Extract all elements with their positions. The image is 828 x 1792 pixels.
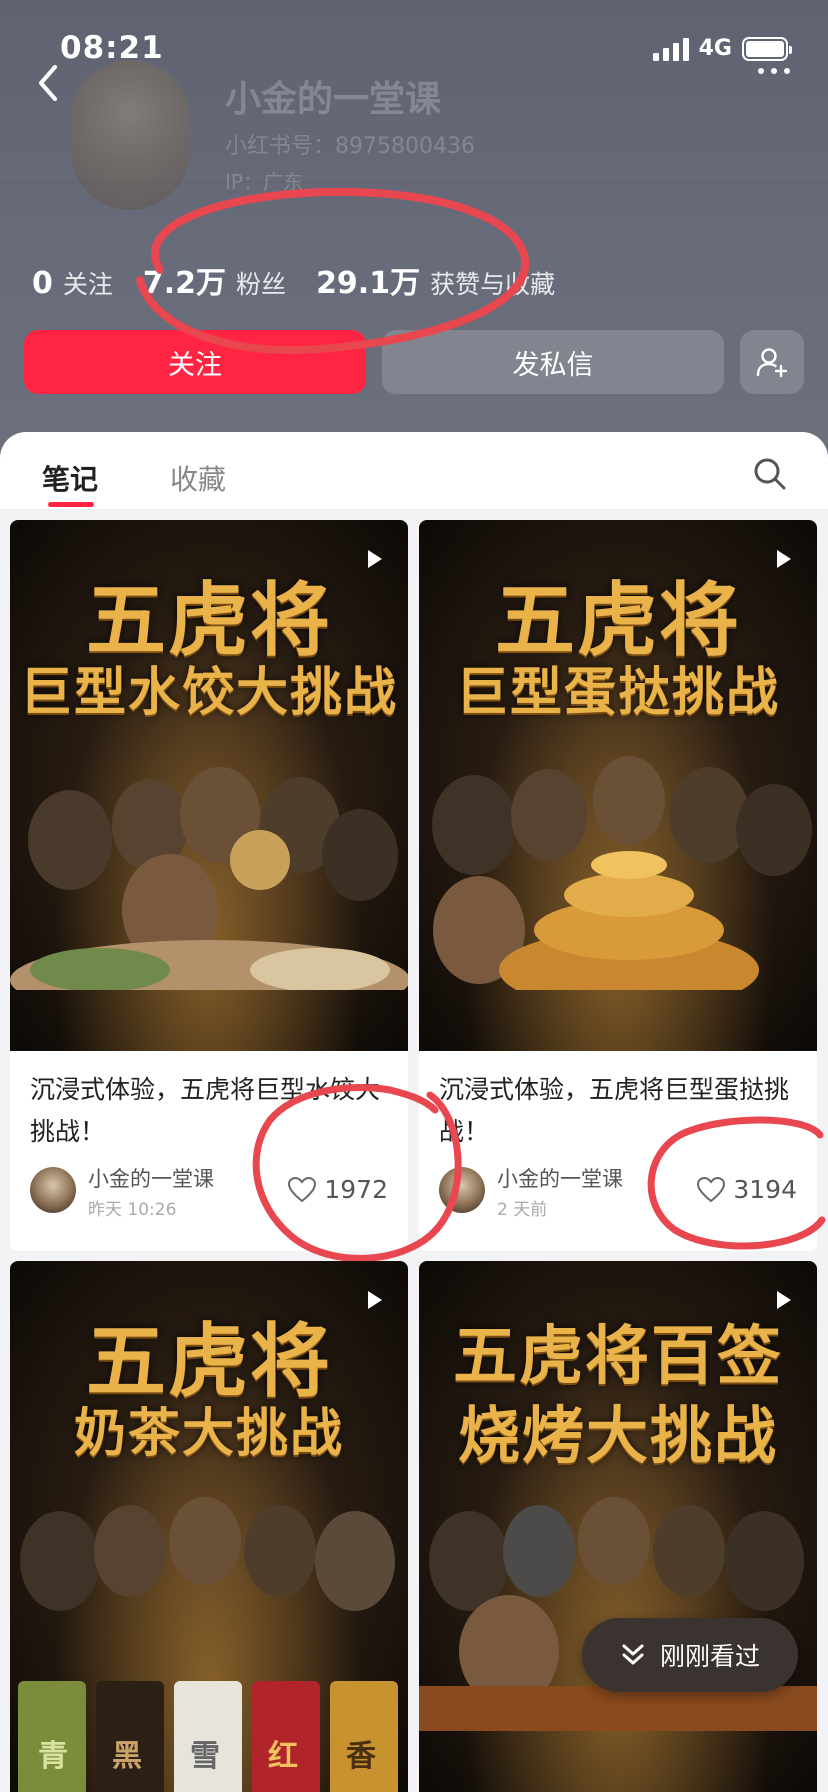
cover-illustration	[10, 767, 408, 990]
author-avatar[interactable]	[30, 1167, 76, 1213]
heart-icon	[288, 1176, 317, 1202]
status-indicators: 4G	[652, 36, 792, 61]
stat-followers[interactable]: 7.2万 粉丝	[143, 258, 286, 302]
note-cover: 五虎将 巨型水饺大挑战	[10, 520, 408, 1051]
chevron-left-icon	[39, 65, 57, 101]
more-dots-icon	[758, 68, 764, 74]
note-cover: 青 黑 雪 红 香 五虎将 奶茶大挑战	[10, 1261, 408, 1792]
search-button[interactable]	[752, 456, 788, 492]
profile-strip: 小金的一堂课 小红书号：8975800436 IP：广东	[0, 60, 828, 210]
author-name[interactable]: 小金的一堂课	[497, 1163, 623, 1193]
video-play-icon	[777, 1291, 791, 1309]
note-card[interactable]: 五虎将 巨型蛋挞挑战 沉浸式体验，五虎将巨型蛋挞挑战！ 小金的一堂课 2 天前 …	[419, 520, 817, 1251]
profile-avatar	[70, 60, 190, 210]
stat-likes-label: 获赞与收藏	[430, 270, 556, 299]
note-meta: 小金的一堂课 2 天前 3194	[419, 1155, 817, 1237]
double-chevron-down-icon	[622, 1644, 644, 1665]
like-button[interactable]: 1972	[288, 1175, 388, 1204]
like-button[interactable]: 3194	[697, 1175, 797, 1204]
back-button[interactable]	[28, 58, 68, 108]
tabs-divider	[0, 509, 828, 510]
stat-followers-value: 7.2万	[142, 266, 227, 301]
stat-followers-label: 粉丝	[236, 270, 287, 299]
note-title: 沉浸式体验，五虎将巨型水饺大挑战！	[30, 1075, 381, 1146]
profile-stats: 0 关注 7.2万 粉丝 29.1万 获赞与收藏	[32, 258, 585, 302]
cup-label: 红	[268, 1739, 298, 1774]
cover-title-line2: 巨型蛋挞挑战	[455, 662, 780, 723]
video-play-icon	[368, 1291, 382, 1309]
cup-label: 青	[38, 1739, 68, 1774]
header-divider	[0, 182, 828, 183]
cover-title-line2: 巨型水饺大挑战	[19, 662, 398, 723]
cover-title-line2: 奶茶大挑战	[73, 1403, 344, 1464]
video-play-icon	[368, 550, 382, 568]
video-play-icon	[777, 550, 791, 568]
note-card[interactable]: 五虎将 巨型水饺大挑战 沉浸式体验，五虎将巨型水饺大挑战！ 小金的一堂课 昨天 …	[10, 520, 408, 1251]
cover-title-line2: 烧烤大挑战	[457, 1399, 778, 1472]
cup-labels: 青 黑 雪 红 香	[10, 1731, 408, 1775]
profile-header: 08:21 4G 小金的一堂课 小红书号：8975800436 IP：广东 0 …	[0, 0, 828, 470]
add-friend-button[interactable]	[740, 330, 804, 394]
recently-viewed-button[interactable]: 刚刚看过	[582, 1618, 798, 1692]
tab-bar: 笔记 收藏	[0, 432, 828, 510]
cover-illustration	[419, 1497, 817, 1731]
profile-id: 小红书号：8975800436	[225, 134, 475, 159]
note-time: 昨天 10:26	[88, 1200, 177, 1220]
like-count: 3194	[733, 1175, 797, 1204]
note-card[interactable]: 五虎将百签 烧烤大挑战	[419, 1261, 817, 1792]
stat-likes-collects[interactable]: 29.1万 获赞与收藏	[316, 258, 555, 302]
like-count: 1972	[324, 1175, 388, 1204]
add-user-icon	[756, 348, 788, 378]
follow-button[interactable]: 关注	[24, 330, 366, 394]
stat-following[interactable]: 0 关注	[32, 265, 113, 301]
stat-following-value: 0	[32, 266, 53, 301]
note-cover: 五虎将百签 烧烤大挑战	[419, 1261, 817, 1792]
profile-ip: IP：广东	[225, 170, 303, 194]
cup-label: 黑	[112, 1739, 142, 1774]
heart-icon	[697, 1176, 726, 1202]
cup-label: 香	[346, 1739, 376, 1774]
note-title: 沉浸式体验，五虎将巨型蛋挞挑战！	[439, 1075, 790, 1146]
stat-following-label: 关注	[62, 270, 113, 299]
profile-name: 小金的一堂课	[225, 79, 442, 120]
signal-icon	[652, 37, 689, 61]
tab-collections[interactable]: 收藏	[170, 458, 226, 498]
tab-notes[interactable]: 笔记	[42, 458, 98, 498]
cover-illustration	[432, 756, 812, 990]
battery-icon	[742, 36, 792, 61]
note-meta: 小金的一堂课 昨天 10:26 1972	[10, 1155, 408, 1237]
cover-title-line1: 五虎将百签	[453, 1319, 783, 1394]
more-options-button[interactable]	[758, 68, 790, 74]
author-avatar[interactable]	[439, 1167, 485, 1213]
author-name[interactable]: 小金的一堂课	[88, 1163, 214, 1193]
message-button[interactable]: 发私信	[382, 330, 724, 394]
note-time: 2 天前	[497, 1200, 548, 1220]
stat-likes-value: 29.1万	[316, 266, 421, 301]
network-label: 4G	[698, 36, 732, 61]
cup-label: 雪	[190, 1739, 220, 1774]
note-cover: 五虎将 巨型蛋挞挑战	[419, 520, 817, 1051]
note-card[interactable]: 青 黑 雪 红 香 五虎将 奶茶大挑战	[10, 1261, 408, 1792]
tab-active-indicator	[48, 502, 94, 507]
search-icon	[754, 458, 786, 490]
recently-viewed-label: 刚刚看过	[659, 1642, 760, 1671]
